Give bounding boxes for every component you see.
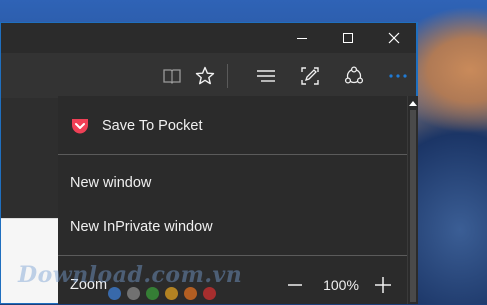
browser-toolbar [1, 53, 416, 98]
caret-up-icon [409, 101, 417, 106]
title-bar [1, 23, 416, 53]
share-button[interactable] [335, 53, 373, 98]
scroll-thumb[interactable] [410, 110, 416, 302]
web-note-icon [301, 66, 319, 85]
star-icon [195, 66, 215, 84]
menu-item-label: New window [70, 175, 152, 191]
watermark-dot [165, 287, 178, 300]
watermark-logo: Download.com.vn [8, 262, 242, 302]
maximize-icon [343, 33, 353, 43]
more-icon [389, 73, 407, 78]
minimize-icon [297, 38, 307, 39]
menu-scrollbar[interactable] [407, 96, 418, 304]
menu-divider [58, 154, 407, 155]
web-note-button[interactable] [291, 53, 329, 98]
watermark-dot [127, 287, 140, 300]
watermark-dot [108, 287, 121, 300]
menu-item-new-window[interactable]: New window [58, 163, 407, 203]
watermark-dot [203, 287, 216, 300]
menu-item-save-to-pocket[interactable]: Save To Pocket [58, 106, 407, 146]
watermark-dot [184, 287, 197, 300]
zoom-out-button[interactable] [280, 265, 310, 305]
scroll-up-button[interactable] [408, 98, 418, 108]
menu-divider [58, 255, 407, 256]
pocket-icon [70, 117, 90, 135]
zoom-level: 100% [323, 277, 359, 293]
close-button[interactable] [371, 23, 416, 53]
favorite-button[interactable] [186, 53, 224, 98]
watermark-dots [108, 287, 216, 300]
watermark-text: Download.com.vn [18, 262, 243, 288]
minus-icon [288, 284, 302, 286]
close-icon [388, 32, 400, 44]
zoom-in-button[interactable] [368, 265, 398, 305]
maximize-button[interactable] [325, 23, 371, 53]
menu-item-label: Save To Pocket [102, 118, 203, 134]
book-icon [163, 68, 181, 84]
toolbar-divider [227, 64, 228, 88]
share-icon [344, 65, 364, 84]
hub-button[interactable] [247, 53, 285, 98]
plus-icon [375, 277, 391, 293]
watermark-dot [146, 287, 159, 300]
menu-item-new-inprivate-window[interactable]: New InPrivate window [58, 207, 407, 247]
minimize-button[interactable] [279, 23, 325, 53]
hub-icon [257, 69, 275, 82]
more-button[interactable] [379, 53, 416, 98]
menu-item-label: New InPrivate window [70, 219, 213, 235]
